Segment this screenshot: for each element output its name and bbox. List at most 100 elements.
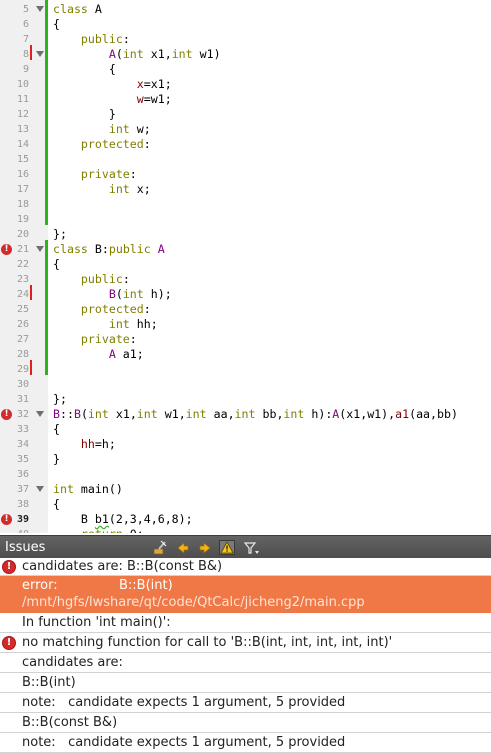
line-number: 7: [22, 34, 29, 45]
selected-issue-row[interactable]: error: B::B(int) /mnt/hgfs/lwshare/qt/co…: [0, 576, 491, 613]
code-line[interactable]: 19: [0, 212, 491, 227]
code-token: =w1;: [143, 92, 172, 106]
arrow-left-icon[interactable]: [175, 540, 191, 555]
code-line[interactable]: ! 21 class B:public A: [0, 242, 491, 257]
code-text: class A: [53, 2, 102, 17]
code-token: w;: [129, 122, 151, 136]
issue-row[interactable]: B::B(int): [0, 673, 491, 693]
code-text: A(int x1,int w1): [53, 47, 221, 62]
code-line[interactable]: 20};: [0, 227, 491, 242]
fold-arrow-icon[interactable]: [36, 411, 44, 417]
line-number: 24: [16, 289, 29, 300]
issue-row[interactable]: In function 'int main()':: [0, 613, 491, 633]
code-line[interactable]: 16 private:: [0, 167, 491, 182]
code-line[interactable]: 5 class A: [0, 2, 491, 17]
issues-pane-title: Issues: [5, 540, 46, 555]
fold-arrow-icon[interactable]: [36, 6, 44, 12]
warning-icon[interactable]: [219, 540, 235, 555]
code-token: int: [136, 407, 158, 421]
code-line[interactable]: 38 {: [0, 497, 491, 512]
fold-arrow-icon[interactable]: [36, 486, 44, 492]
issue-row[interactable]: note: candidate expects 1 argument, 5 pr…: [0, 733, 491, 753]
code-line[interactable]: 33 {: [0, 422, 491, 437]
line-number: 28: [16, 349, 29, 360]
issue-file-path[interactable]: /mnt/hgfs/lwshare/qt/code/QtCalc/jicheng…: [22, 594, 365, 611]
code-line[interactable]: ! 39 B b1(2,3,4,6,8);: [0, 512, 491, 527]
code-line[interactable]: 34 hh=h;: [0, 437, 491, 452]
code-token: public: [80, 32, 123, 46]
code-token: :: [129, 332, 137, 346]
code-line[interactable]: 11 w=w1;: [0, 92, 491, 107]
issue-row[interactable]: ! candidates are: B::B(const B&): [0, 558, 491, 576]
code-text: protected:: [53, 137, 151, 152]
code-text: int w;: [53, 122, 151, 137]
code-line[interactable]: 9 {: [0, 62, 491, 77]
line-number: 23: [16, 274, 29, 285]
line-number: 37: [16, 484, 29, 495]
code-line[interactable]: 30: [0, 377, 491, 392]
code-text: x=x1;: [53, 77, 172, 92]
line-number: 32: [16, 409, 29, 420]
code-line[interactable]: 18: [0, 197, 491, 212]
line-number: 29: [16, 364, 29, 375]
code-line[interactable]: 28 A a1;: [0, 347, 491, 362]
code-editor[interactable]: 5 class A 6{7 public: 8 A(int x1,int w1) 9 {…: [0, 0, 491, 533]
issue-row[interactable]: B::B(const B&): [0, 713, 491, 733]
code-token: x1,: [143, 47, 172, 61]
code-line[interactable]: 23 public:: [0, 272, 491, 287]
code-token: b1: [94, 512, 109, 526]
issue-row[interactable]: ! no matching function for call to 'B::B…: [0, 633, 491, 653]
code-line[interactable]: ! 32 B::B(int x1,int w1,int aa,int bb,int …: [0, 407, 491, 422]
issue-row[interactable]: note: candidate expects 1 argument, 5 pr…: [0, 693, 491, 713]
code-line[interactable]: 35}: [0, 452, 491, 467]
code-line[interactable]: 12 }: [0, 107, 491, 122]
code-token: int: [283, 407, 305, 421]
code-text: {: [53, 422, 60, 437]
issues-list[interactable]: ! candidates are: B::B(const B&) error: …: [0, 558, 491, 753]
code-text: {: [53, 62, 116, 77]
code-line[interactable]: 40 return 0;: [0, 527, 491, 533]
code-line[interactable]: 27 private:: [0, 332, 491, 347]
code-line[interactable]: 10 x=x1;: [0, 77, 491, 92]
code-text: {: [53, 257, 60, 272]
code-line[interactable]: 25 protected:: [0, 302, 491, 317]
code-line[interactable]: 24 B(int h);: [0, 287, 491, 302]
code-text: };: [53, 392, 67, 407]
code-text: return 0;: [53, 527, 144, 533]
line-number: 21: [16, 244, 29, 255]
fold-arrow-icon[interactable]: [36, 51, 44, 57]
code-line[interactable]: 14 protected:: [0, 137, 491, 152]
code-text: public:: [53, 32, 130, 47]
code-line[interactable]: 26 int hh;: [0, 317, 491, 332]
fold-arrow-icon[interactable]: [36, 246, 44, 252]
code-line[interactable]: 22 {: [0, 257, 491, 272]
arrow-right-icon[interactable]: [197, 540, 213, 555]
code-line[interactable]: 13 int w;: [0, 122, 491, 137]
code-line[interactable]: 17 int x;: [0, 182, 491, 197]
issue-text: candidates are: B::B(const B&): [22, 559, 223, 574]
code-line[interactable]: 15: [0, 152, 491, 167]
code-line[interactable]: 29: [0, 362, 491, 377]
code-line[interactable]: 31};: [0, 392, 491, 407]
code-token: :: [143, 302, 151, 316]
line-number: 36: [16, 469, 29, 480]
code-token: x: [136, 77, 144, 91]
issue-row[interactable]: candidates are:: [0, 653, 491, 673]
code-line[interactable]: 8 A(int x1,int w1): [0, 47, 491, 62]
code-token: :: [122, 32, 130, 46]
line-number: 34: [16, 439, 29, 450]
code-line[interactable]: 37 int main(): [0, 482, 491, 497]
line-number: 35: [16, 454, 29, 465]
line-number: 10: [16, 79, 29, 90]
code-line[interactable]: 6{: [0, 17, 491, 32]
filter-icon[interactable]: [244, 540, 260, 555]
broom-icon[interactable]: [152, 540, 168, 555]
code-line[interactable]: 36: [0, 467, 491, 482]
code-line[interactable]: 7 public:: [0, 32, 491, 47]
code-token: B: [108, 287, 116, 301]
